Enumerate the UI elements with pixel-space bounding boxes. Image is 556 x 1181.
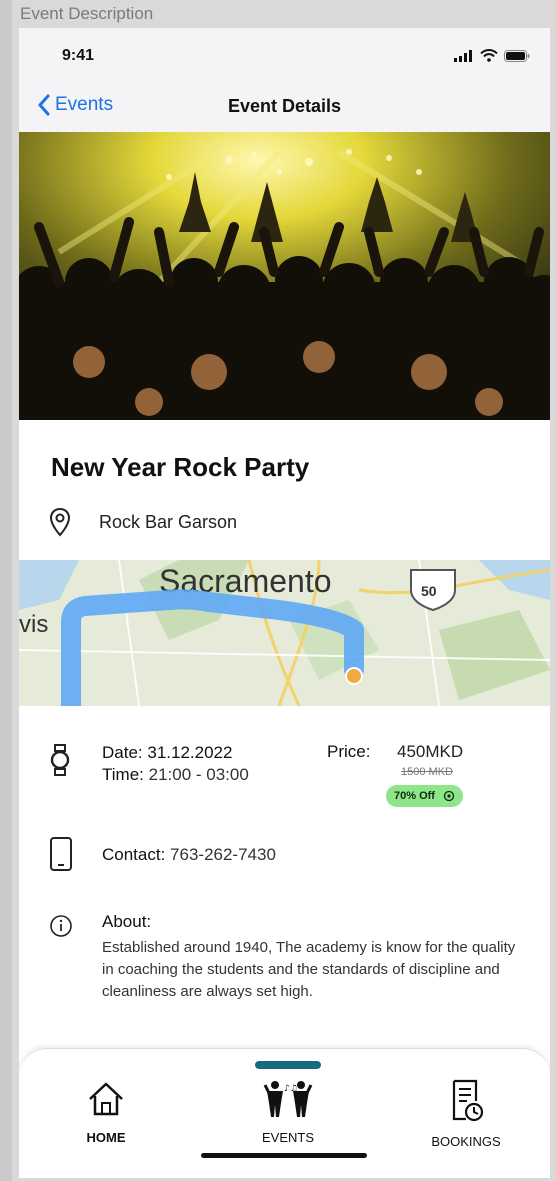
discount-badge: 70% Off [386,785,463,807]
contact-line[interactable]: Contact: 763-262-7430 [102,845,276,865]
date-label: Date: [102,743,143,762]
map-side-label: vis [19,611,48,638]
price-label: Price: [327,742,371,761]
event-hero-image [19,132,550,420]
home-indicator [201,1153,367,1158]
active-tab-indicator [255,1061,321,1069]
location-row: Rock Bar Garson [49,507,237,537]
nav-bar: Events Event Details [19,86,550,132]
time-label: Time: [102,765,144,784]
discount-text: 70% Off [394,790,435,802]
location-text: Rock Bar Garson [99,511,238,532]
time-line: Time: 21:00 - 03:00 [102,764,249,786]
house-icon [89,1082,123,1116]
wifi-icon [480,49,498,62]
tab-bar: HOME ♪♫ EVENTS BOOKINGS [19,1048,550,1178]
date-line: Date: 31.12.2022 [102,742,249,764]
location-pin-icon [49,507,71,537]
contact-label: Contact: [102,845,166,864]
price-value: 450MKD [397,742,464,761]
about-title: About: [102,912,152,931]
date-value: 31.12.2022 [147,743,233,762]
page-title: Event Details [227,96,342,116]
svg-text:♪♫: ♪♫ [284,1084,298,1094]
tab-bookings[interactable]: BOOKINGS [406,1079,526,1149]
event-title: New Year Rock Party [51,452,310,482]
status-bar: 9:41 [19,28,550,86]
left-rail [0,0,12,1181]
tab-events-label: EVENTS [261,1130,314,1145]
info-icon [50,915,72,937]
tab-home-label: HOME [86,1130,126,1145]
contact-value: 763-262-7430 [170,845,276,864]
time-value: 21:00 - 03:00 [148,765,249,784]
calendar-clock-icon [452,1079,484,1122]
tab-home[interactable]: HOME [46,1079,166,1145]
watch-icon [50,744,70,776]
phone-screen: 9:41 Events Event Details New Year Rock … [19,28,550,1178]
tab-events[interactable]: ♪♫ EVENTS [228,1079,348,1145]
discount-settings-icon [443,790,455,802]
map-road-label: 50 [421,583,437,599]
tab-bookings-label: BOOKINGS [431,1134,501,1149]
phone-icon [50,837,72,871]
route-map[interactable]: Sacramento vis 50 [19,560,550,706]
dancers-icon: ♪♫ [263,1081,313,1117]
price-old: 1500 MKD [401,766,453,778]
status-time: 9:41 [62,47,95,64]
frame-title: Event Description [20,4,154,23]
signal-icon [454,50,472,62]
date-time-block: Date: 31.12.2022 Time: 21:00 - 03:00 [102,742,249,786]
battery-icon [504,50,530,62]
status-icons [454,49,530,62]
route-end-marker [345,667,363,685]
about-text: Established around 1940, The academy is … [102,939,516,1000]
